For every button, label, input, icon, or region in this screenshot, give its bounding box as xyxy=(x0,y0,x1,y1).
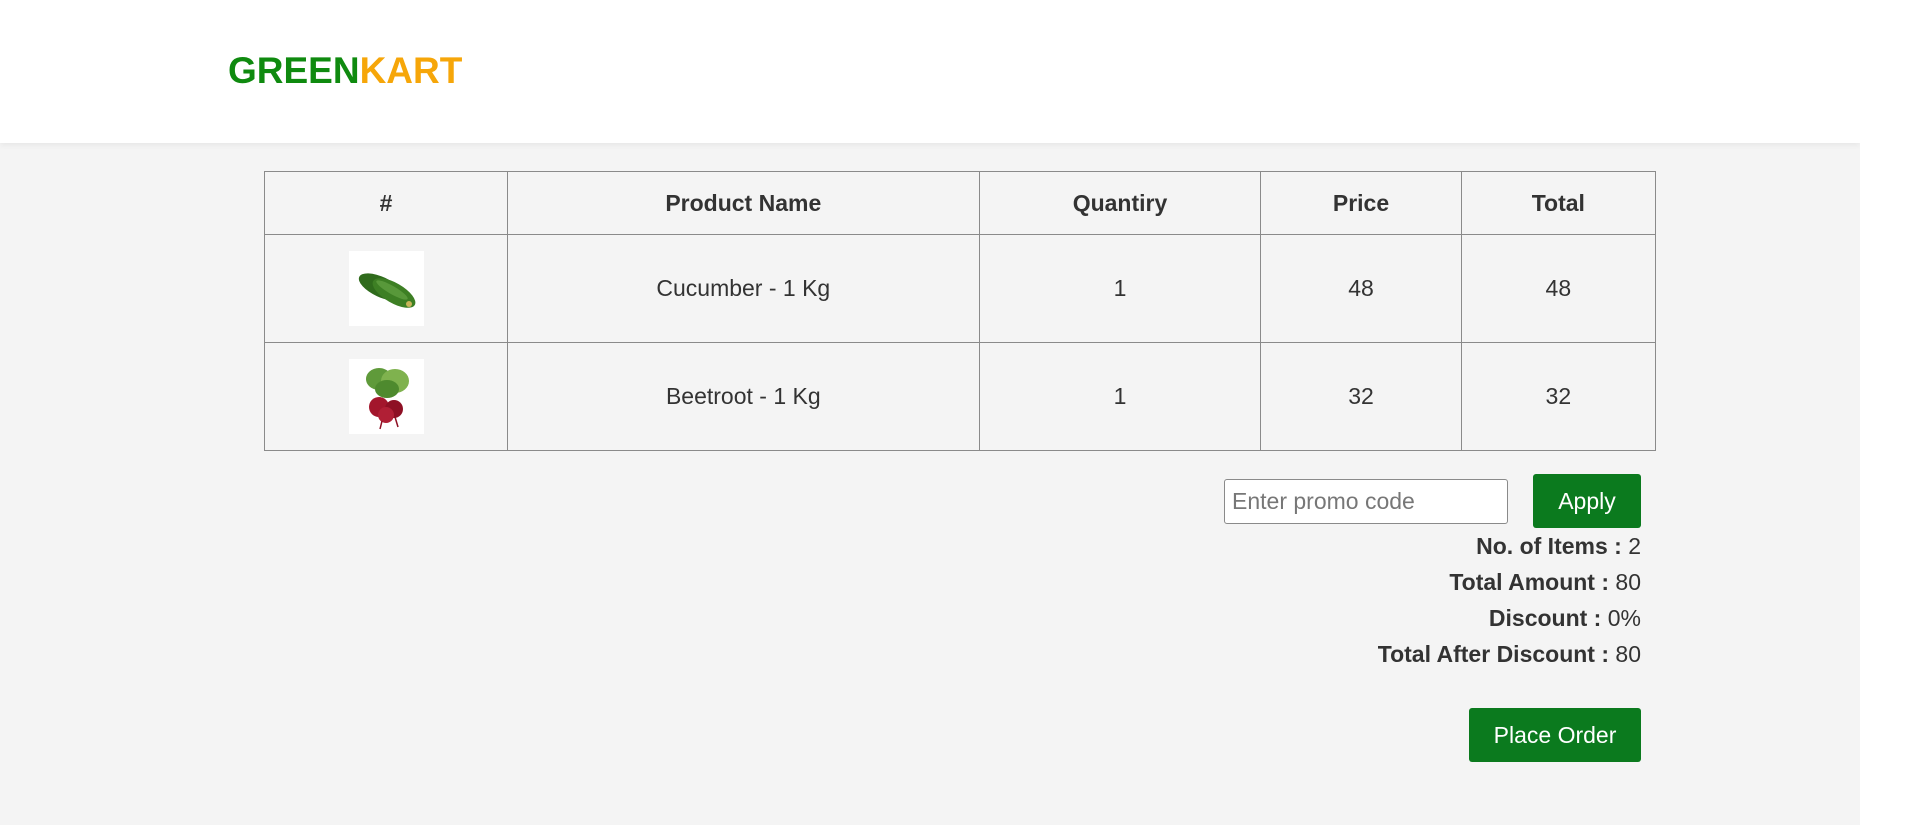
brand-logo-orange: KART xyxy=(359,50,463,91)
summary-amount-row: Total Amount : 80 xyxy=(1378,564,1641,600)
brand-logo: GREENKART xyxy=(228,50,462,92)
product-price: 32 xyxy=(1260,342,1462,451)
cart-table: # Product Name Quantiry Price Total Cucu… xyxy=(264,171,1657,451)
promo-code-input[interactable] xyxy=(1224,479,1508,524)
total-amount-label: Total Amount : xyxy=(1449,569,1610,595)
column-header-quantity: Quantiry xyxy=(978,171,1262,235)
table-header-row: # Product Name Quantiry Price Total xyxy=(264,171,1657,235)
column-header-total: Total xyxy=(1460,171,1657,235)
column-header-product-name: Product Name xyxy=(507,171,980,235)
cucumber-image xyxy=(348,251,424,326)
column-header-price: Price xyxy=(1260,171,1462,235)
page: GREENKART # Product Name Quantiry Price … xyxy=(0,0,1860,825)
product-price: 48 xyxy=(1260,234,1462,343)
product-name: Cucumber - 1 Kg xyxy=(507,234,980,343)
total-after-discount-label: Total After Discount : xyxy=(1377,641,1610,667)
product-total: 48 xyxy=(1460,234,1657,343)
product-quantity: 1 xyxy=(978,234,1262,343)
product-name: Beetroot - 1 Kg xyxy=(507,342,980,451)
discount-label: Discount : xyxy=(1488,605,1602,631)
beetroot-image xyxy=(348,359,424,434)
product-quantity: 1 xyxy=(978,342,1262,451)
total-after-discount-value: 80 xyxy=(1615,641,1641,667)
apply-button[interactable]: Apply xyxy=(1533,474,1641,528)
discount-value: 0% xyxy=(1607,605,1641,631)
place-order-button[interactable]: Place Order xyxy=(1469,708,1641,762)
scrollbar-gutter xyxy=(1860,0,1920,825)
product-image-cell xyxy=(264,234,508,343)
product-total: 32 xyxy=(1460,342,1657,451)
summary-items-row: No. of Items : 2 xyxy=(1378,528,1641,564)
header: GREENKART xyxy=(0,0,1860,143)
summary-after-discount-row: Total After Discount : 80 xyxy=(1378,636,1641,672)
table-row: Cucumber - 1 Kg 1 48 48 xyxy=(264,234,1657,343)
items-value: 2 xyxy=(1628,533,1641,559)
summary-discount-row: Discount : 0% xyxy=(1378,600,1641,636)
order-summary: No. of Items : 2 Total Amount : 80 Disco… xyxy=(1378,528,1641,672)
brand-logo-green: GREEN xyxy=(228,50,360,91)
product-image-cell xyxy=(264,342,508,451)
total-amount-value: 80 xyxy=(1615,569,1641,595)
items-label: No. of Items : xyxy=(1476,533,1622,559)
table-row: Beetroot - 1 Kg 1 32 32 xyxy=(264,342,1657,451)
column-header-image: # xyxy=(264,171,508,235)
